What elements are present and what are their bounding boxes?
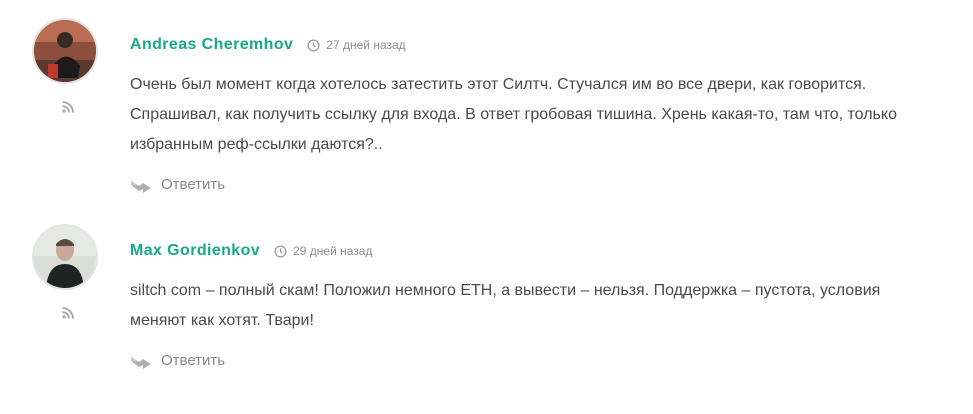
time-text: 27 дней назад	[326, 38, 406, 52]
reply-arrow-icon	[131, 180, 151, 193]
avatar-column	[32, 224, 102, 319]
rss-icon[interactable]	[62, 100, 74, 113]
comment-body: Andreas Cheremhov 27 дней назад Очень бы…	[130, 34, 950, 193]
time-text: 29 дней назад	[293, 244, 373, 258]
comment-meta: Max Gordienkov 29 дней назад	[130, 240, 950, 262]
comment-time: 29 дней назад	[274, 244, 372, 258]
reply-button[interactable]: Ответить	[130, 176, 950, 193]
avatar-column	[32, 18, 102, 113]
comment-body: Max Gordienkov 29 дней назад siltch com …	[130, 240, 950, 369]
author-name[interactable]: Andreas Cheremhov	[130, 36, 293, 54]
author-name[interactable]: Max Gordienkov	[130, 242, 260, 260]
comment-meta: Andreas Cheremhov 27 дней назад	[130, 34, 950, 56]
avatar[interactable]	[32, 18, 98, 84]
clock-icon	[274, 244, 287, 258]
reply-label: Ответить	[161, 352, 226, 369]
reply-arrow-icon	[131, 356, 151, 369]
clock-icon	[307, 38, 320, 52]
comment-time: 27 дней назад	[307, 38, 406, 52]
rss-icon[interactable]	[62, 306, 74, 319]
comments-list: Andreas Cheremhov 27 дней назад Очень бы…	[0, 0, 973, 414]
reply-label: Ответить	[161, 176, 226, 193]
avatar[interactable]	[32, 224, 98, 290]
reply-button[interactable]: Ответить	[130, 352, 950, 369]
comment-text: siltch com – полный скам! Положил немног…	[130, 282, 881, 329]
comment-text: Очень был момент когда хотелось затестит…	[130, 76, 897, 153]
